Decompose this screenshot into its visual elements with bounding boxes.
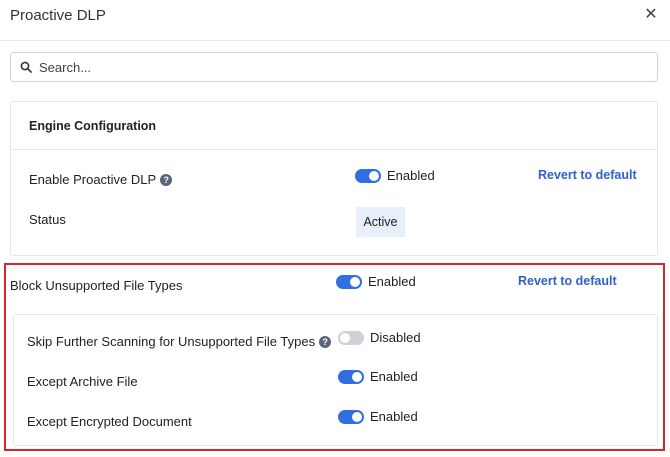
except-encrypted-state: Enabled [370,409,418,424]
enable-proactive-dlp-label: Enable Proactive DLP [29,172,157,187]
search-box [10,52,658,82]
except-encrypted-toggle[interactable] [338,410,364,424]
except-archive-toggle[interactable] [338,370,364,384]
skip-scanning-row: Skip Further Scanning for Unsupported Fi… [27,334,332,349]
skip-scanning-label: Skip Further Scanning for Unsupported Fi… [27,334,316,349]
block-unsupported-label: Block Unsupported File Types [10,278,183,293]
engine-configuration-header: Engine Configuration [11,102,657,150]
engine-revert-to-default-link[interactable]: Revert to default [538,168,637,182]
except-archive-state: Enabled [370,369,418,384]
block-revert-to-default-link[interactable]: Revert to default [518,274,617,288]
block-unsupported-state: Enabled [368,274,416,289]
skip-scanning-state: Disabled [370,330,421,345]
engine-configuration-title: Engine Configuration [29,119,157,133]
search-input[interactable] [39,53,649,81]
skip-scanning-toggle[interactable] [338,331,364,345]
except-archive-label: Except Archive File [27,374,138,389]
search-icon [20,61,32,73]
unsupported-options-card: Skip Further Scanning for Unsupported Fi… [13,314,658,446]
except-encrypted-label: Except Encrypted Document [27,414,192,429]
block-unsupported-toggle[interactable] [336,275,362,289]
status-badge: Active [356,207,405,237]
help-icon[interactable]: ? [160,174,173,186]
engine-configuration-card: Engine Configuration Enable Proactive DL… [10,101,658,256]
dialog-title: Proactive DLP [10,7,106,24]
block-unsupported-section: Block Unsupported File Types Enabled Rev… [4,263,665,451]
enable-proactive-dlp-row: Enable Proactive DLP? [29,172,173,187]
dialog-header: Proactive DLP ✕ [0,0,670,41]
status-label: Status [29,212,66,227]
enable-proactive-dlp-toggle[interactable] [355,169,381,183]
close-icon[interactable]: ✕ [642,6,660,24]
enable-proactive-dlp-state: Enabled [387,168,435,183]
help-icon[interactable]: ? [319,336,332,348]
